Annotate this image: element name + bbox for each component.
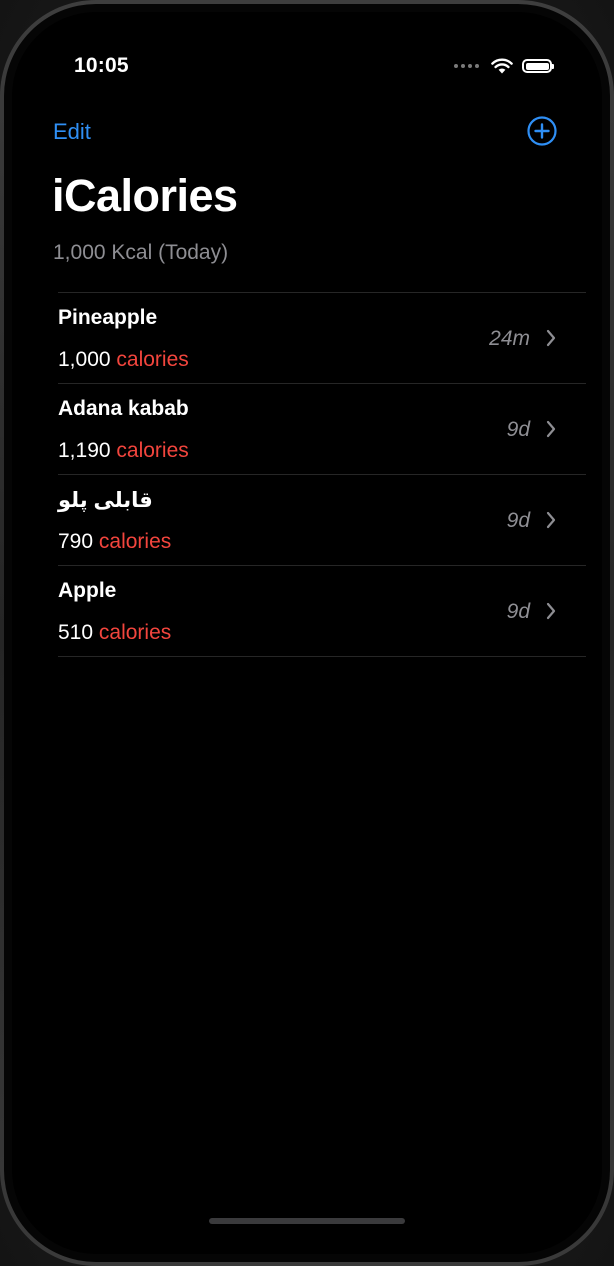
food-calories: 510 calories: [58, 621, 171, 645]
food-name: Pineapple: [58, 306, 158, 329]
calorie-unit: calories: [116, 439, 189, 462]
food-name: قابلی پلو: [58, 489, 153, 512]
battery-icon: [522, 59, 554, 73]
device-frame: 10:05 Edit iCalories 1,000 Kcal (Today) …: [0, 0, 614, 1266]
status-icons: [454, 58, 554, 74]
food-row[interactable]: Apple 510 calories 9d: [58, 566, 586, 657]
food-row[interactable]: Pineapple 1,000 calories 24m: [58, 293, 586, 384]
food-name: Apple: [58, 579, 117, 602]
food-list: Pineapple 1,000 calories 24m Adana kabab…: [58, 292, 586, 657]
status-time: 10:05: [74, 54, 129, 77]
battery-level-fill: [525, 62, 549, 70]
time-ago: 9d: [506, 509, 530, 532]
food-row[interactable]: قابلی پلو 790 calories 9d: [58, 475, 586, 566]
food-row[interactable]: Adana kabab 1,190 calories 9d: [58, 384, 586, 475]
calorie-value: 1,190: [58, 439, 111, 462]
app-screen: 10:05 Edit iCalories 1,000 Kcal (Today) …: [12, 12, 602, 1254]
calorie-value: 510: [58, 621, 94, 644]
time-ago: 9d: [506, 418, 530, 441]
plus-circle-icon[interactable]: [527, 116, 557, 146]
food-calories: 1,190 calories: [58, 439, 189, 463]
food-calories: 790 calories: [58, 530, 171, 554]
time-ago: 9d: [506, 600, 530, 623]
chevron-right-icon: [546, 602, 556, 620]
device-bezel: 10:05 Edit iCalories 1,000 Kcal (Today) …: [4, 4, 610, 1262]
calorie-value: 790: [58, 530, 94, 553]
wifi-icon: [491, 58, 513, 74]
daily-calorie-total: 1,000 Kcal (Today): [53, 241, 229, 264]
home-indicator[interactable]: [209, 1218, 405, 1224]
time-ago: 24m: [489, 327, 530, 350]
calorie-unit: calories: [98, 530, 172, 553]
calorie-value: 1,000: [58, 348, 111, 371]
chevron-right-icon: [546, 329, 556, 347]
page-title: iCalories: [52, 170, 238, 221]
cellular-signal-icon: [454, 64, 479, 68]
chevron-right-icon: [546, 511, 556, 529]
calorie-unit: calories: [98, 621, 172, 644]
chevron-right-icon: [546, 420, 556, 438]
food-name: Adana kabab: [58, 397, 189, 420]
food-calories: 1,000 calories: [58, 348, 189, 372]
edit-button[interactable]: Edit: [53, 119, 91, 145]
calorie-unit: calories: [116, 348, 189, 371]
